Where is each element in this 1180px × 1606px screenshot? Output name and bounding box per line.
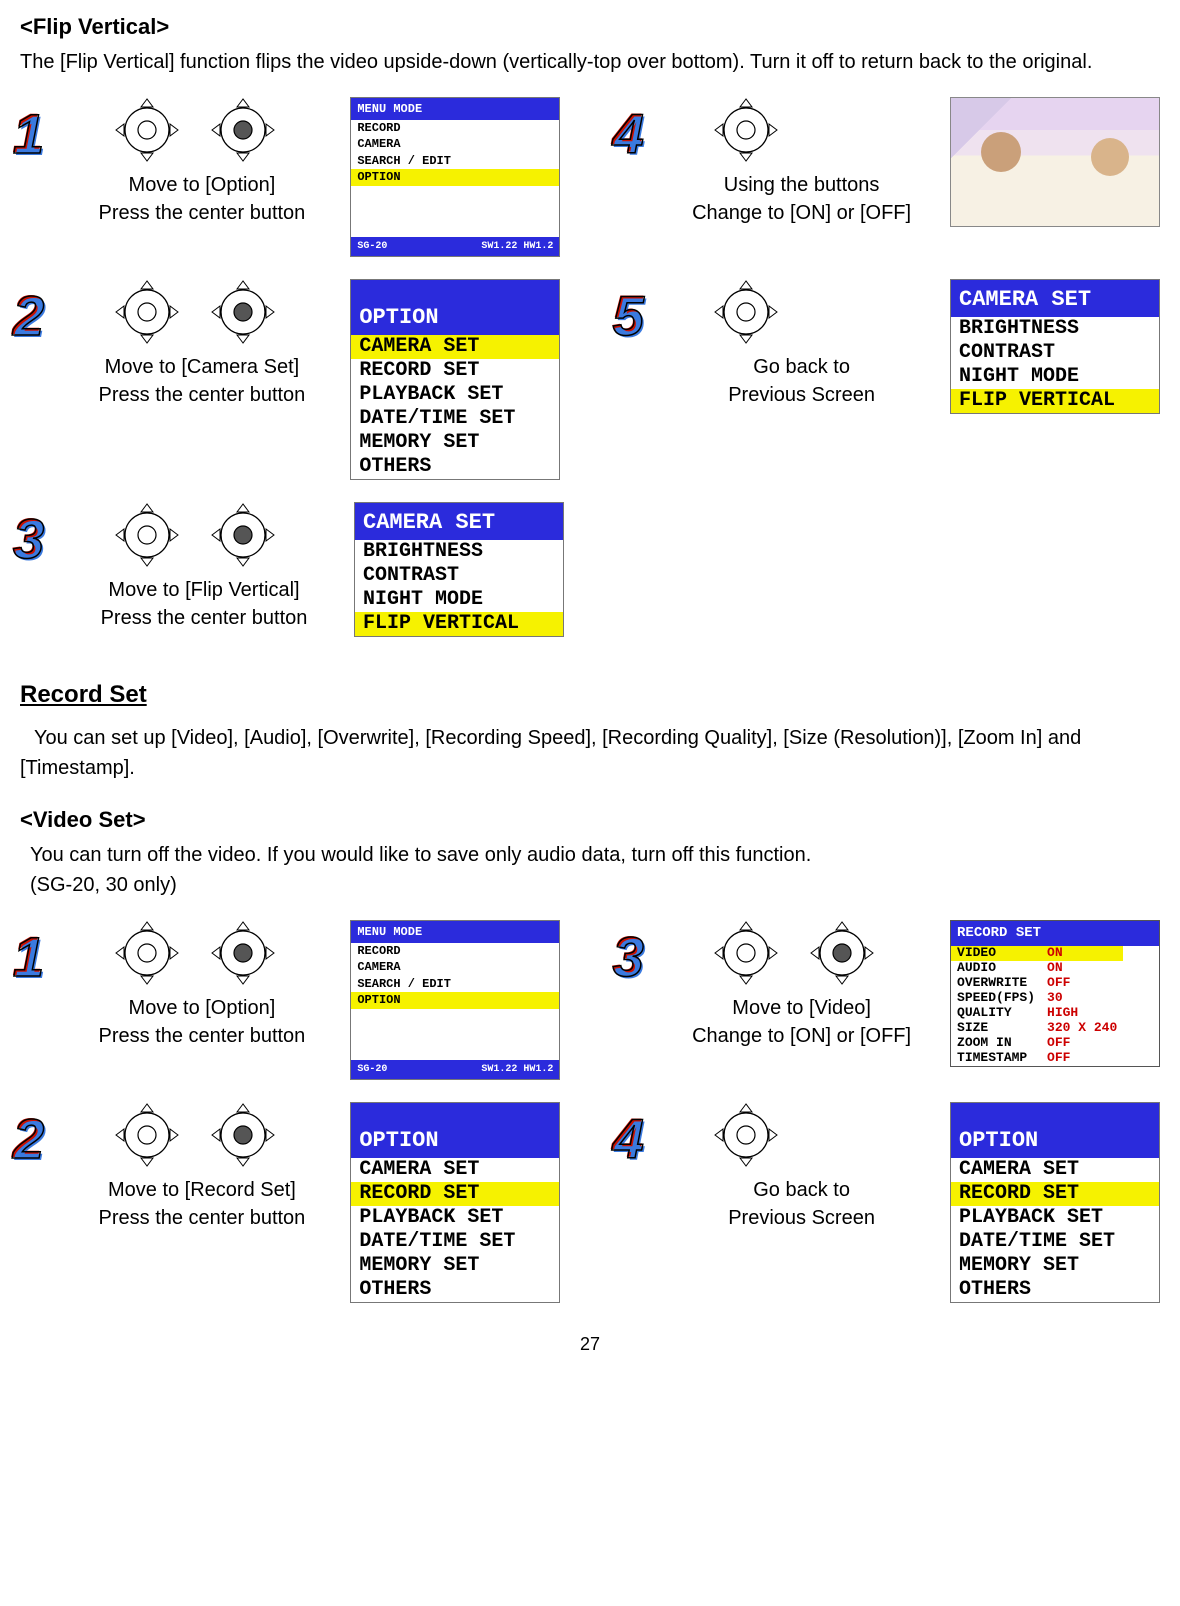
record-set-intro: You can set up [Video], [Audio], [Overwr…	[20, 723, 1160, 783]
joystick-icon	[114, 97, 180, 163]
step-text: Change to [ON] or [OFF]	[663, 199, 940, 227]
joystick-press-icon	[210, 97, 276, 163]
flip-vertical-steps: 111 Move to [Option] Press the center bu…	[20, 97, 1160, 637]
record-set-heading: Record Set	[20, 677, 1160, 713]
menu-mode-screen: MENU MODE RECORD CAMERA SEARCH / EDIT OP…	[350, 97, 560, 257]
preview-photo	[950, 97, 1160, 227]
step-text: Move to [Flip Vertical]	[64, 576, 344, 604]
joystick-press-icon	[809, 920, 875, 986]
video-set-note: (SG-20, 30 only)	[20, 870, 1160, 900]
joystick-icon	[114, 279, 180, 345]
joystick-press-icon	[210, 1102, 276, 1168]
video-set-text: You can turn off the video. If you would…	[20, 840, 1160, 870]
step-text: Press the center button	[64, 604, 344, 632]
step-text: Move to [Camera Set]	[64, 353, 341, 381]
joystick-icon	[713, 1102, 779, 1168]
step-text: Previous Screen	[663, 1204, 940, 1232]
step-text: Previous Screen	[663, 381, 940, 409]
flip-vertical-intro: The [Flip Vertical] function flips the v…	[20, 47, 1160, 77]
step-text: Go back to	[663, 353, 940, 381]
step-text: Press the center button	[64, 1022, 341, 1050]
step-text: Press the center button	[64, 381, 341, 409]
option-screen: OPTION CAMERA SET RECORD SET PLAYBACK SE…	[350, 279, 560, 480]
joystick-press-icon	[210, 279, 276, 345]
camera-set-screen: CAMERA SET BRIGHTNESS CONTRAST NIGHT MOD…	[950, 279, 1160, 414]
joystick-icon	[713, 920, 779, 986]
page-number: 27	[20, 1331, 1160, 1358]
option-screen: OPTION CAMERA SET RECORD SET PLAYBACK SE…	[350, 1102, 560, 1303]
option-screen: OPTION CAMERA SET RECORD SET PLAYBACK SE…	[950, 1102, 1160, 1303]
camera-set-screen: CAMERA SET BRIGHTNESS CONTRAST NIGHT MOD…	[354, 502, 564, 637]
video-set-steps: 111 Move to [Option] Press the center bu…	[20, 920, 1160, 1303]
joystick-press-icon	[210, 502, 276, 568]
joystick-press-icon	[210, 920, 276, 986]
step-text: Move to [Record Set]	[64, 1176, 341, 1204]
step-text: Press the center button	[64, 1204, 341, 1232]
step-text: Move to [Option]	[64, 994, 341, 1022]
joystick-icon	[713, 97, 779, 163]
joystick-icon	[114, 1102, 180, 1168]
flip-vertical-heading: <Flip Vertical>	[20, 10, 1160, 43]
step-text: Move to [Option]	[64, 171, 341, 199]
step-text: Move to [Video]	[663, 994, 940, 1022]
step-text: Go back to	[663, 1176, 940, 1204]
step-text: Change to [ON] or [OFF]	[663, 1022, 940, 1050]
step-text: Press the center button	[64, 199, 341, 227]
joystick-icon	[114, 502, 180, 568]
step-text: Using the buttons	[663, 171, 940, 199]
joystick-icon	[114, 920, 180, 986]
video-set-heading: <Video Set>	[20, 803, 1160, 836]
joystick-icon	[713, 279, 779, 345]
record-set-screen: RECORD SET VIDEOON AUDIOON OVERWRITEOFF …	[950, 920, 1160, 1067]
menu-mode-screen: MENU MODE RECORD CAMERA SEARCH / EDIT OP…	[350, 920, 560, 1080]
